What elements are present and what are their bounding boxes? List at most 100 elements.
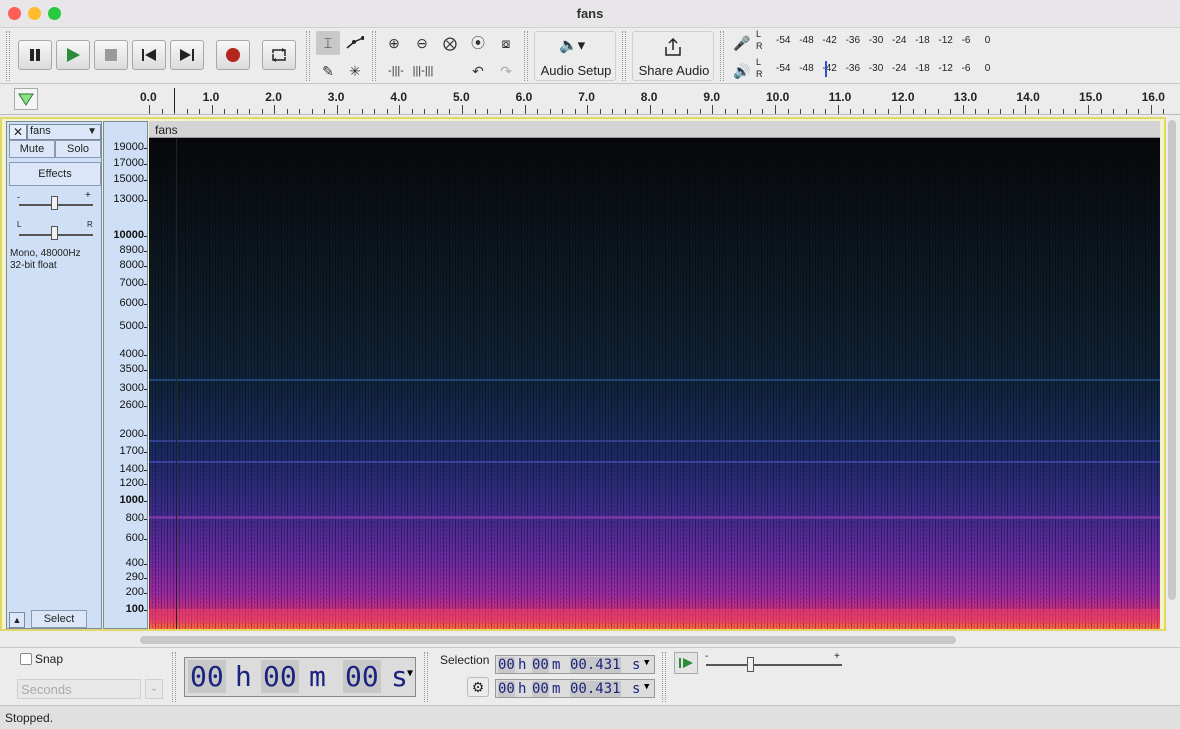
share-icon bbox=[665, 37, 681, 56]
frequency-ruler[interactable]: 19000 17000 15000 13000 10000 8900 8000 7000 600… bbox=[103, 121, 148, 629]
ruler-tick-mark bbox=[837, 105, 839, 114]
frequency-label: 1400 bbox=[119, 463, 144, 475]
harmonic-band bbox=[149, 379, 1160, 381]
snap-unit-select[interactable]: Seconds bbox=[17, 679, 141, 699]
ruler-tick-mark bbox=[449, 109, 451, 114]
spectrogram-view[interactable]: fans bbox=[149, 121, 1160, 629]
sel-end-seconds: 00.431 bbox=[570, 681, 621, 697]
fit-selection-button[interactable]: ⨂ bbox=[438, 31, 462, 55]
skip-to-end-button[interactable] bbox=[170, 40, 204, 70]
meter-tick-label: -6 bbox=[961, 63, 971, 74]
select-track-button[interactable]: Select bbox=[31, 610, 87, 628]
time-hours-unit: h bbox=[235, 660, 252, 693]
envelope-tool-button[interactable] bbox=[343, 31, 367, 55]
silence-icon: |||-||| bbox=[412, 65, 434, 77]
record-meter[interactable]: L R -54 -48 -42 -36 -30 -24 -18 -12 -6 0 bbox=[756, 29, 1004, 55]
snap-label: Snap bbox=[35, 652, 64, 666]
trim-button[interactable]: -|||- bbox=[384, 59, 408, 83]
time-format-dropdown-icon[interactable]: ▼ bbox=[407, 668, 413, 679]
ruler-tick-label: 5.0 bbox=[453, 90, 470, 104]
solo-button[interactable]: Solo bbox=[55, 140, 101, 158]
share-audio-button[interactable]: Share Audio bbox=[632, 31, 714, 81]
ruler-tick-label: 11.0 bbox=[828, 90, 852, 104]
ruler-tick-mark bbox=[987, 109, 989, 114]
track-area[interactable]: ✕ fans ▼ Mute Solo Effects - + L R Mono,… bbox=[0, 117, 1166, 631]
dropdown-arrow-icon[interactable]: ▼ bbox=[644, 658, 649, 668]
playback-speed-thumb[interactable] bbox=[747, 657, 754, 672]
time-seconds-unit: s bbox=[391, 660, 408, 693]
multi-tool-button[interactable]: ✳ bbox=[343, 59, 367, 83]
toolbar: ⌶ ✎ ✳ ⊕ ⊖ ⨂ ⦿ ⧇ -|||- |||-||| ↶ ↷ 🔈▾ Aud… bbox=[0, 28, 1180, 84]
playback-meter-button[interactable]: 🔊 bbox=[730, 59, 754, 83]
ruler-tick-mark bbox=[1000, 109, 1002, 114]
horizontal-scrollbar[interactable] bbox=[140, 636, 956, 644]
zoom-in-button[interactable]: ⊕ bbox=[382, 31, 406, 55]
skip-to-start-button[interactable] bbox=[132, 40, 166, 70]
triangle-up-icon: ▲ bbox=[12, 615, 22, 625]
frequency-label: 10000 bbox=[113, 229, 144, 241]
ruler-tick-mark bbox=[850, 109, 852, 114]
skip-to-end-icon bbox=[180, 49, 194, 61]
selection-tool-button[interactable]: ⌶ bbox=[316, 31, 340, 55]
sel-start-seconds: 00.431 bbox=[570, 657, 621, 673]
frequency-label: 8900 bbox=[119, 244, 144, 256]
ruler-tick-mark bbox=[912, 109, 914, 114]
track-name-menu[interactable]: fans ▼ bbox=[27, 124, 101, 140]
zoom-out-button[interactable]: ⊖ bbox=[410, 31, 434, 55]
snap-checkbox[interactable] bbox=[20, 653, 32, 665]
zoom-toggle-button[interactable]: ⧇ bbox=[494, 31, 518, 55]
undo-button[interactable]: ↶ bbox=[466, 59, 490, 83]
fit-project-button[interactable]: ⦿ bbox=[466, 31, 490, 55]
ruler-tick-mark bbox=[549, 109, 551, 114]
draw-tool-button[interactable]: ✎ bbox=[316, 59, 340, 83]
toolbar-grip[interactable] bbox=[306, 31, 310, 81]
ruler-tick-mark bbox=[712, 105, 714, 114]
frequency-label: 200 bbox=[125, 586, 144, 598]
playback-meter[interactable]: L R -54 -48 -42 -36 -30 -24 -18 -12 -6 0 bbox=[756, 57, 1004, 83]
dropdown-arrow-icon[interactable]: ▼ bbox=[644, 682, 649, 692]
toolbar-grip[interactable] bbox=[662, 652, 666, 702]
frequency-label: 1200 bbox=[119, 477, 144, 489]
gain-slider-thumb[interactable] bbox=[51, 196, 58, 210]
toolbar-grip[interactable] bbox=[524, 31, 528, 81]
toolbar-grip[interactable] bbox=[424, 652, 428, 702]
vertical-scrollbar[interactable] bbox=[1168, 120, 1176, 600]
record-button[interactable] bbox=[216, 40, 250, 70]
toolbar-grip[interactable] bbox=[172, 652, 176, 702]
stop-button[interactable] bbox=[94, 40, 128, 70]
meter-channel-left: L bbox=[756, 29, 762, 39]
timeline-ruler[interactable]: 0.0 1.0 2.0 3.0 4.0 5.0 6.0 7.0 8.0 9.0 10.0 11.0 12… bbox=[0, 85, 1180, 115]
record-meter-button[interactable]: 🎤 bbox=[730, 31, 754, 55]
selection-settings-button[interactable]: ⚙ bbox=[467, 677, 489, 697]
ruler-tick-label: 2.0 bbox=[265, 90, 282, 104]
clip-header[interactable]: fans bbox=[149, 121, 1160, 138]
play-at-speed-button[interactable] bbox=[674, 652, 698, 674]
silence-button[interactable]: |||-||| bbox=[411, 59, 435, 83]
collapse-track-button[interactable]: ▲ bbox=[9, 612, 25, 628]
close-track-button[interactable]: ✕ bbox=[9, 124, 27, 140]
envelope-icon bbox=[346, 36, 364, 49]
ruler-tick-mark bbox=[524, 105, 526, 114]
selection-end-field[interactable]: 00 h 00 m 00.431 s ▼ bbox=[495, 679, 655, 698]
play-button[interactable] bbox=[56, 40, 90, 70]
time-display[interactable]: 00 h 00 m 00 s ▼ bbox=[184, 657, 416, 697]
snap-unit-dropdown-icon[interactable]: ⌄ bbox=[145, 679, 163, 699]
toolbar-grip[interactable] bbox=[720, 31, 724, 81]
playback-speed-slider[interactable] bbox=[706, 664, 842, 666]
effects-button[interactable]: Effects bbox=[9, 162, 101, 186]
ruler-tick-mark bbox=[462, 105, 463, 114]
ruler-tick-mark bbox=[286, 109, 288, 114]
toolbar-grip[interactable] bbox=[6, 31, 10, 81]
toolbar-grip[interactable] bbox=[372, 31, 376, 81]
pause-button[interactable] bbox=[18, 40, 52, 70]
audio-setup-button[interactable]: 🔈▾ Audio Setup bbox=[534, 31, 616, 81]
toolbar-grip[interactable] bbox=[622, 31, 626, 81]
selection-start-field[interactable]: 00 h 00 m 00.431 s ▼ bbox=[495, 655, 655, 674]
ruler-tick-mark bbox=[537, 109, 539, 114]
loop-button[interactable] bbox=[262, 40, 296, 70]
status-text: Stopped. bbox=[5, 711, 54, 725]
frequency-tick-mark bbox=[144, 435, 147, 436]
redo-button[interactable]: ↷ bbox=[494, 59, 518, 83]
pan-slider-thumb[interactable] bbox=[51, 226, 58, 240]
mute-button[interactable]: Mute bbox=[9, 140, 55, 158]
